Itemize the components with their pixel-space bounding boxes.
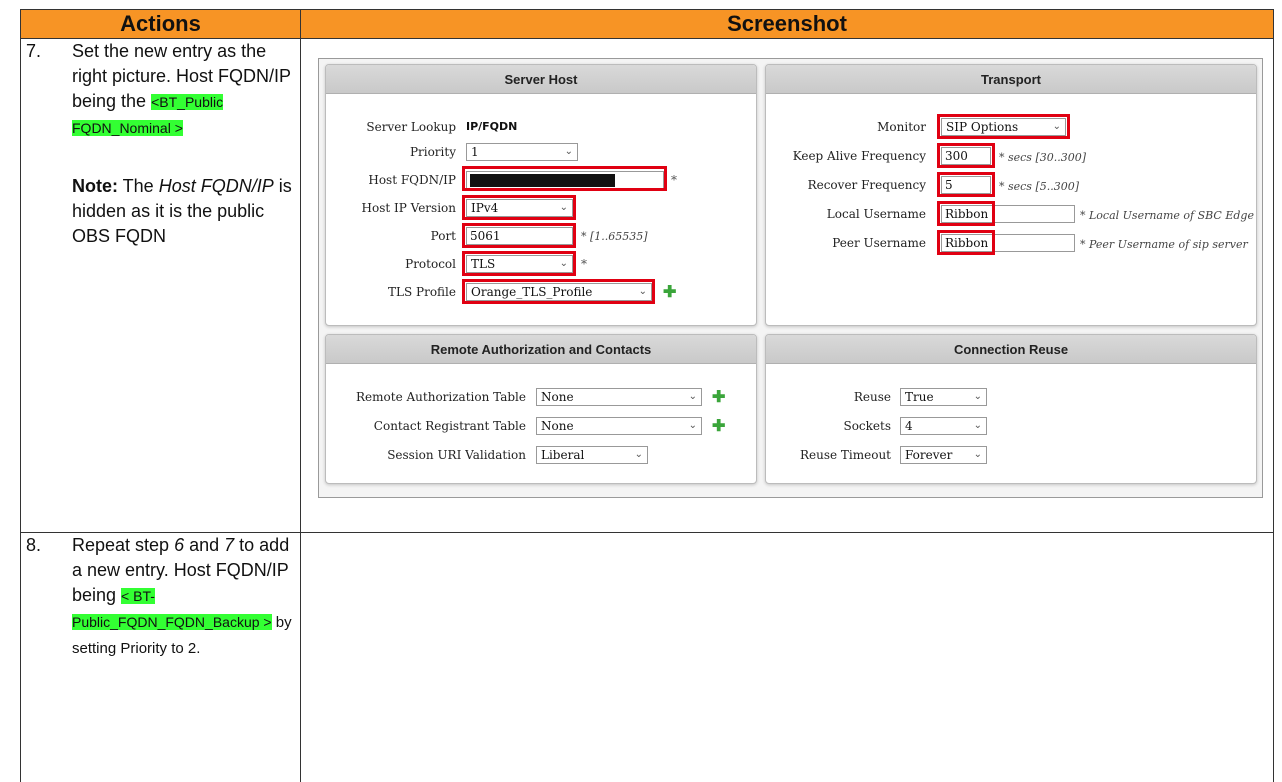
peer-username-hint: * Peer Username of sip server [1080, 238, 1248, 251]
reuse-timeout-select[interactable]: Forever ⌄ [900, 446, 987, 464]
panel-title: Remote Authorization and Contacts [326, 335, 756, 364]
note-text: The [118, 176, 159, 196]
highlight-outline [462, 251, 576, 276]
highlight-outline [462, 223, 576, 248]
local-username-label: Local Username [826, 207, 926, 221]
step-8-text-part: Repeat step [72, 535, 175, 555]
keep-alive-hint: * secs [30..300] [999, 151, 1087, 164]
session-uri-validation-select[interactable]: Liberal ⌄ [536, 446, 648, 464]
step-8-text-part: and [184, 535, 225, 555]
reuse-timeout-value: Forever [905, 448, 953, 462]
server-lookup-value: IP/FQDN [466, 120, 518, 133]
session-uri-validation-label: Session URI Validation [387, 448, 526, 462]
panel-title: Connection Reuse [766, 335, 1256, 364]
highlight-outline [937, 143, 995, 168]
note-label: Note: [72, 176, 118, 196]
highlight-outline [462, 195, 576, 220]
contact-registrant-table-label: Contact Registrant Table [373, 419, 526, 433]
chevron-down-icon: ⌄ [973, 420, 982, 431]
note-emphasis: Host FQDN/IP [158, 176, 274, 196]
required-marker: * [671, 173, 677, 187]
highlight-outline [937, 201, 995, 226]
column-header-actions: Actions [20, 9, 301, 39]
local-username-hint: * Local Username of SBC Edge [1080, 209, 1254, 222]
port-hint: * [1..65535] [581, 230, 648, 243]
recover-frequency-label: Recover Frequency [807, 178, 926, 192]
highlight-outline [937, 114, 1070, 139]
reuse-timeout-label: Reuse Timeout [799, 448, 891, 462]
chevron-down-icon: ⌄ [973, 391, 982, 402]
plus-icon[interactable]: ✚ [712, 389, 725, 405]
remote-authorization-table-label: Remote Authorization Table [356, 390, 526, 404]
chevron-down-icon: ⌄ [564, 146, 573, 157]
reuse-label: Reuse [853, 390, 891, 404]
note: Note: The Host FQDN/IP is hidden as it i… [72, 174, 294, 249]
highlight-outline [462, 166, 667, 191]
step-7-actions-cell: 7. Set the new entry as the right pictur… [20, 38, 301, 533]
chevron-down-icon: ⌄ [688, 420, 697, 431]
sockets-label: Sockets [843, 419, 891, 433]
session-uri-validation-value: Liberal [541, 448, 585, 462]
highlight-outline [462, 279, 655, 304]
step-8-actions-cell: 8. Repeat step 6 and 7 to add a new entr… [20, 532, 301, 782]
highlight-outline [937, 172, 995, 197]
panel-title: Server Host [326, 65, 756, 94]
reuse-value: True [905, 390, 934, 404]
chevron-down-icon: ⌄ [688, 391, 697, 402]
server-host-panel: Server Host Server Lookup IP/FQDN Priori… [325, 64, 757, 326]
highlight-outline [937, 230, 995, 255]
server-lookup-label: Server Lookup [366, 120, 456, 134]
panel-title: Transport [766, 65, 1256, 94]
recover-hint: * secs [5..300] [999, 180, 1080, 193]
required-marker: * [581, 257, 587, 271]
priority-label: Priority [409, 145, 456, 159]
protocol-label: Protocol [405, 257, 456, 271]
host-fqdn-label: Host FQDN/IP [368, 173, 456, 187]
peer-username-label: Peer Username [832, 236, 926, 250]
step-8-text: Repeat step 6 and 7 to add a new entry. … [72, 533, 294, 661]
chevron-down-icon: ⌄ [634, 449, 643, 460]
monitor-label: Monitor [877, 120, 926, 134]
transport-panel: Transport Monitor SIP Options ⌄ Keep Aliv… [765, 64, 1257, 326]
priority-value: 1 [471, 145, 479, 159]
keep-alive-frequency-label: Keep Alive Frequency [792, 149, 926, 163]
remote-authorization-panel: Remote Authorization and Contacts Remote… [325, 334, 757, 484]
step-number: 8. [26, 535, 42, 555]
priority-select[interactable]: 1 ⌄ [466, 143, 578, 161]
plus-icon[interactable]: ✚ [712, 418, 725, 434]
remote-authorization-table-value: None [541, 390, 574, 404]
screenshot-image: Server Host Server Lookup IP/FQDN Priori… [318, 58, 1263, 498]
contact-registrant-table-select[interactable]: None ⌄ [536, 417, 702, 435]
sockets-value: 4 [905, 419, 913, 433]
reuse-select[interactable]: True ⌄ [900, 388, 987, 406]
column-header-screenshot: Screenshot [300, 9, 1274, 39]
step-number: 7. [26, 41, 42, 61]
step-reference: 6 [174, 535, 185, 555]
host-ip-version-label: Host IP Version [361, 201, 456, 215]
step-reference: 7 [224, 535, 235, 555]
plus-icon[interactable]: ✚ [663, 284, 676, 300]
step-8-screenshot-cell [300, 532, 1274, 782]
tls-profile-label: TLS Profile [388, 285, 456, 299]
chevron-down-icon: ⌄ [973, 449, 982, 460]
connection-reuse-panel: Connection Reuse Reuse True ⌄ Sockets 4 ⌄ … [765, 334, 1257, 484]
contact-registrant-table-value: None [541, 419, 574, 433]
port-label: Port [430, 229, 456, 243]
step-7-text: Set the new entry as the right picture. … [72, 39, 294, 249]
step-7-screenshot-cell: Server Host Server Lookup IP/FQDN Priori… [300, 38, 1274, 533]
sockets-select[interactable]: 4 ⌄ [900, 417, 987, 435]
remote-authorization-table-select[interactable]: None ⌄ [536, 388, 702, 406]
